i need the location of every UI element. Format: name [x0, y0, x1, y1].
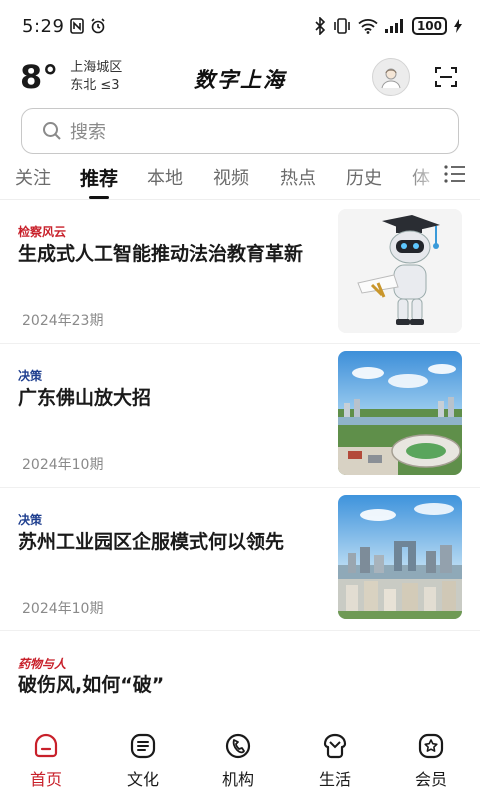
app-header: 8° 上海城区 东北 ≤3 数字上海	[0, 52, 480, 104]
search-bar[interactable]: 搜索	[21, 108, 459, 154]
article-item[interactable]: 决策 苏州工业园区企服模式何以领先 2024年10期	[0, 488, 480, 630]
culture-icon	[130, 733, 156, 759]
tab-local[interactable]: 本地	[147, 164, 183, 190]
scan-button[interactable]	[434, 65, 458, 89]
nav-member[interactable]: 会员	[401, 732, 461, 790]
article-title: 苏州工业园区企服模式何以领先	[18, 531, 285, 553]
bluetooth-icon	[314, 17, 326, 35]
article-title: 广东佛山放大招	[18, 387, 152, 409]
battery-indicator: 100	[411, 17, 447, 35]
search-input[interactable]: 搜索	[70, 118, 106, 144]
scan-icon	[435, 67, 457, 87]
nfc-icon	[70, 18, 85, 34]
nav-culture-label: 文化	[126, 770, 159, 789]
foshan-stadium-aerial-image	[338, 351, 462, 475]
weather-widget[interactable]: 8° 上海城区 东北 ≤3	[20, 58, 122, 96]
tab-recommended[interactable]: 推荐	[80, 164, 118, 191]
article-category: 决策	[18, 513, 43, 527]
weather-wind: 东北 ≤3	[70, 78, 120, 93]
article-issue: 2024年10期	[22, 601, 104, 617]
alarm-icon	[90, 18, 106, 34]
charging-icon	[454, 19, 462, 33]
nav-institution[interactable]: 机构	[208, 732, 268, 790]
article-item[interactable]: 检察风云 生成式人工智能推动法治教育革新 2024年23期	[0, 200, 480, 343]
wifi-icon	[358, 18, 378, 34]
article-category: 决策	[18, 369, 43, 383]
tabs-fade	[404, 156, 480, 196]
app-logo: 数字上海	[194, 67, 286, 92]
menu-list-icon	[444, 165, 465, 183]
avatar[interactable]	[372, 58, 410, 96]
suzhou-skyline-image	[338, 495, 462, 619]
article-issue: 2024年10期	[22, 457, 104, 473]
nav-life-label: 生活	[318, 770, 351, 789]
nav-institution-label: 机构	[221, 770, 254, 789]
signal-icon	[384, 19, 405, 33]
article-category: 检察风云	[18, 225, 67, 239]
robot-graduate-image	[338, 209, 462, 333]
nav-member-label: 会员	[414, 770, 447, 789]
life-icon	[323, 733, 347, 759]
article-title: 生成式人工智能推动法治教育革新	[18, 243, 304, 265]
user-icon	[381, 68, 401, 89]
bottom-nav: 首页 文化 机构 生活 会员	[0, 722, 480, 800]
tab-hot[interactable]: 热点	[280, 164, 316, 190]
weather-location: 上海城区	[70, 60, 123, 75]
article-issue: 2024年23期	[22, 313, 104, 329]
tab-video[interactable]: 视频	[213, 164, 249, 190]
article-item[interactable]: 药物与人 破伤风,如何“破”	[0, 631, 480, 722]
status-bar: 5:29 100	[0, 0, 480, 52]
article-title: 破伤风,如何“破”	[18, 674, 165, 696]
article-item[interactable]: 决策 广东佛山放大招 2024年10期	[0, 344, 480, 487]
nav-home-label: 首页	[29, 770, 62, 789]
temperature: 8°	[20, 58, 59, 96]
search-icon	[43, 122, 61, 140]
tab-follow[interactable]: 关注	[15, 164, 51, 190]
article-category: 药物与人	[18, 657, 67, 671]
institution-icon	[225, 733, 251, 759]
weather-info: 上海城区 东北 ≤3	[70, 59, 122, 95]
tab-menu-button[interactable]	[444, 164, 466, 184]
tab-history[interactable]: 历史	[346, 164, 382, 190]
home-icon	[34, 733, 58, 758]
status-time: 5:29	[22, 15, 65, 37]
nav-life[interactable]: 生活	[305, 732, 365, 790]
member-icon	[418, 733, 444, 759]
nav-culture[interactable]: 文化	[113, 732, 173, 790]
nav-home[interactable]: 首页	[16, 732, 76, 790]
vibrate-icon	[333, 18, 351, 34]
